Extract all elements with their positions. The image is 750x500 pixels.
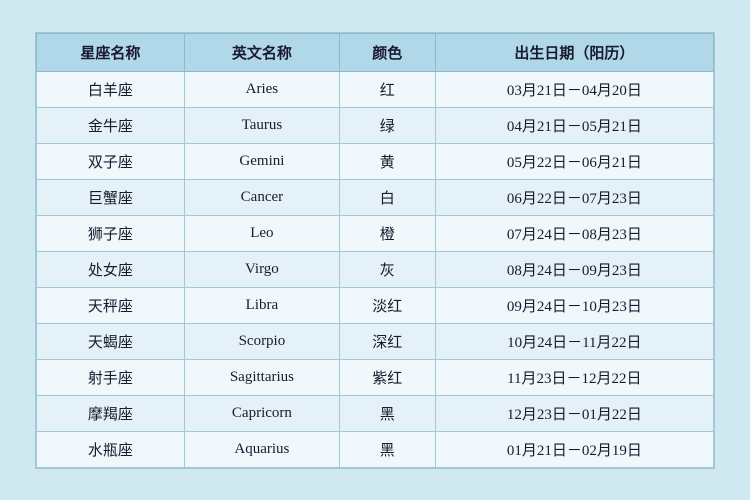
cell-chinese-name: 射手座 xyxy=(37,359,185,395)
table-row: 天秤座Libra淡红09月24日－10月23日 xyxy=(37,287,714,323)
cell-english-name: Aquarius xyxy=(184,431,339,467)
cell-color: 深红 xyxy=(339,323,435,359)
cell-english-name: Scorpio xyxy=(184,323,339,359)
cell-dates: 07月24日－08月23日 xyxy=(435,215,713,251)
cell-chinese-name: 水瓶座 xyxy=(37,431,185,467)
cell-dates: 10月24日－11月22日 xyxy=(435,323,713,359)
cell-color: 绿 xyxy=(339,107,435,143)
cell-chinese-name: 狮子座 xyxy=(37,215,185,251)
zodiac-table: 星座名称 英文名称 颜色 出生日期（阳历） 白羊座Aries红03月21日－04… xyxy=(36,33,714,468)
cell-color: 黑 xyxy=(339,431,435,467)
cell-chinese-name: 处女座 xyxy=(37,251,185,287)
cell-chinese-name: 摩羯座 xyxy=(37,395,185,431)
cell-english-name: Aries xyxy=(184,71,339,107)
cell-dates: 03月21日－04月20日 xyxy=(435,71,713,107)
cell-color: 橙 xyxy=(339,215,435,251)
table-row: 天蝎座Scorpio深红10月24日－11月22日 xyxy=(37,323,714,359)
cell-english-name: Libra xyxy=(184,287,339,323)
table-row: 巨蟹座Cancer白06月22日－07月23日 xyxy=(37,179,714,215)
cell-dates: 11月23日－12月22日 xyxy=(435,359,713,395)
header-color: 颜色 xyxy=(339,33,435,71)
cell-dates: 09月24日－10月23日 xyxy=(435,287,713,323)
cell-chinese-name: 金牛座 xyxy=(37,107,185,143)
table-row: 狮子座Leo橙07月24日－08月23日 xyxy=(37,215,714,251)
table-row: 双子座Gemini黄05月22日－06月21日 xyxy=(37,143,714,179)
zodiac-table-container: 星座名称 英文名称 颜色 出生日期（阳历） 白羊座Aries红03月21日－04… xyxy=(35,32,715,469)
cell-chinese-name: 双子座 xyxy=(37,143,185,179)
cell-chinese-name: 巨蟹座 xyxy=(37,179,185,215)
cell-english-name: Virgo xyxy=(184,251,339,287)
cell-english-name: Gemini xyxy=(184,143,339,179)
cell-chinese-name: 白羊座 xyxy=(37,71,185,107)
cell-english-name: Sagittarius xyxy=(184,359,339,395)
cell-color: 白 xyxy=(339,179,435,215)
cell-dates: 04月21日－05月21日 xyxy=(435,107,713,143)
table-header-row: 星座名称 英文名称 颜色 出生日期（阳历） xyxy=(37,33,714,71)
cell-dates: 06月22日－07月23日 xyxy=(435,179,713,215)
cell-english-name: Taurus xyxy=(184,107,339,143)
cell-color: 红 xyxy=(339,71,435,107)
cell-color: 黑 xyxy=(339,395,435,431)
cell-color: 紫红 xyxy=(339,359,435,395)
cell-english-name: Leo xyxy=(184,215,339,251)
header-english-name: 英文名称 xyxy=(184,33,339,71)
table-row: 处女座Virgo灰08月24日－09月23日 xyxy=(37,251,714,287)
table-row: 射手座Sagittarius紫红11月23日－12月22日 xyxy=(37,359,714,395)
cell-chinese-name: 天秤座 xyxy=(37,287,185,323)
cell-english-name: Capricorn xyxy=(184,395,339,431)
header-chinese-name: 星座名称 xyxy=(37,33,185,71)
cell-dates: 08月24日－09月23日 xyxy=(435,251,713,287)
table-row: 摩羯座Capricorn黑12月23日－01月22日 xyxy=(37,395,714,431)
cell-dates: 05月22日－06月21日 xyxy=(435,143,713,179)
cell-color: 灰 xyxy=(339,251,435,287)
cell-color: 黄 xyxy=(339,143,435,179)
table-row: 白羊座Aries红03月21日－04月20日 xyxy=(37,71,714,107)
cell-english-name: Cancer xyxy=(184,179,339,215)
table-row: 水瓶座Aquarius黑01月21日－02月19日 xyxy=(37,431,714,467)
table-body: 白羊座Aries红03月21日－04月20日金牛座Taurus绿04月21日－0… xyxy=(37,71,714,467)
cell-chinese-name: 天蝎座 xyxy=(37,323,185,359)
table-row: 金牛座Taurus绿04月21日－05月21日 xyxy=(37,107,714,143)
header-birth-date: 出生日期（阳历） xyxy=(435,33,713,71)
cell-color: 淡红 xyxy=(339,287,435,323)
cell-dates: 12月23日－01月22日 xyxy=(435,395,713,431)
cell-dates: 01月21日－02月19日 xyxy=(435,431,713,467)
